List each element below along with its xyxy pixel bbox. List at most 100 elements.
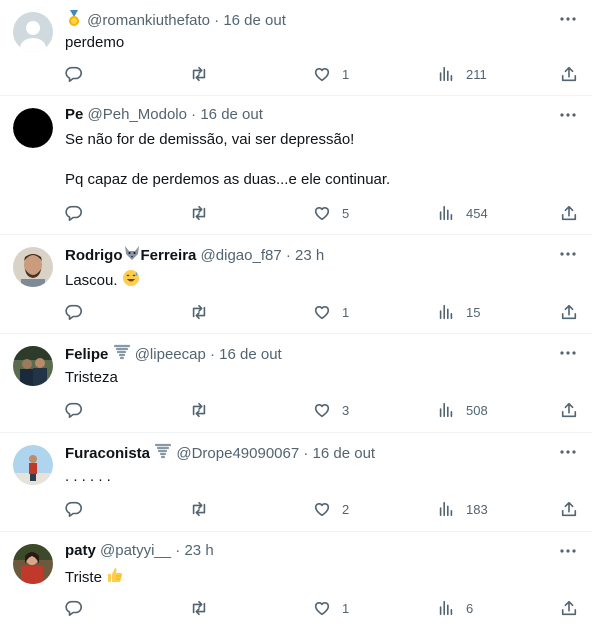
display-name[interactable]: Felipe (65, 346, 108, 363)
views-button[interactable]: 508 (437, 400, 488, 420)
views-icon (439, 304, 453, 320)
reply-icon (65, 600, 82, 617)
like-count: 1 (342, 66, 350, 82)
like-button[interactable]: 2 (313, 499, 349, 519)
tweet-actions: 5 454 (65, 203, 579, 223)
retweet-button[interactable] (190, 598, 208, 618)
wolf-icon (123, 244, 141, 268)
display-name-suffix[interactable]: Ferreira (141, 247, 197, 264)
tornado-icon (113, 343, 131, 367)
retweet-icon (192, 205, 206, 221)
share-button[interactable] (560, 203, 578, 223)
like-icon (314, 68, 330, 82)
tweet-time[interactable]: 16 de out (219, 346, 282, 363)
reply-button[interactable] (65, 598, 83, 618)
like-button[interactable]: 3 (313, 400, 349, 420)
share-button[interactable] (560, 64, 578, 84)
views-count: 6 (466, 600, 474, 616)
share-button[interactable] (560, 598, 578, 618)
more-icon[interactable] (558, 443, 578, 461)
tweet-actions: 3 508 (65, 400, 579, 420)
views-button[interactable]: 6 (437, 598, 473, 618)
views-count: 211 (466, 66, 487, 82)
views-button[interactable]: 183 (437, 499, 488, 519)
reply-feed: @romankiuthefato · 16 de out perdemo 1 2… (0, 0, 592, 627)
tornado-icon (154, 442, 172, 466)
avatar[interactable] (13, 445, 53, 485)
tweet-text: . . . . . . (65, 468, 111, 485)
tweet-time[interactable]: 16 de out (223, 12, 286, 29)
user-handle[interactable]: @romankiuthefato (87, 12, 210, 29)
tweet[interactable]: paty @patyyi__ · 23 h Triste 1 6 (0, 532, 592, 627)
tweet[interactable]: Pe @Peh_Modolo · 16 de out Se não for de… (0, 96, 592, 235)
thumbs-up-icon (106, 566, 124, 590)
share-icon (561, 501, 577, 517)
tweet-time[interactable]: 23 h (184, 542, 213, 559)
retweet-button[interactable] (190, 64, 208, 84)
display-name[interactable]: Pe (65, 106, 83, 123)
views-button[interactable]: 211 (437, 64, 487, 84)
tweet-header: Furaconista @Drope49090067 · 16 de out (65, 442, 375, 466)
tweet[interactable]: Furaconista @Drope49090067 · 16 de out .… (0, 433, 592, 532)
share-icon (561, 600, 577, 616)
retweet-button[interactable] (190, 203, 208, 223)
like-count: 1 (342, 304, 350, 320)
like-icon (314, 503, 330, 517)
tweet-header: Felipe @lipeecap · 16 de out (65, 343, 282, 367)
like-count: 1 (342, 600, 350, 616)
avatar[interactable] (13, 247, 53, 287)
more-icon[interactable] (558, 10, 578, 28)
reply-icon (65, 304, 82, 321)
share-button[interactable] (560, 499, 578, 519)
share-icon (561, 205, 577, 221)
reply-button[interactable] (65, 64, 83, 84)
reply-button[interactable] (65, 499, 83, 519)
avatar[interactable] (13, 346, 53, 386)
views-button[interactable]: 15 (437, 302, 480, 322)
tweet-time[interactable]: 16 de out (200, 106, 263, 123)
share-icon (561, 402, 577, 418)
reply-button[interactable] (65, 203, 83, 223)
like-button[interactable]: 1 (313, 302, 349, 322)
separator-dot: · (209, 346, 215, 363)
avatar[interactable] (13, 108, 53, 148)
like-icon (314, 602, 330, 616)
user-handle[interactable]: @lipeecap (135, 346, 206, 363)
tweet-time[interactable]: 23 h (295, 247, 324, 264)
more-icon[interactable] (558, 245, 578, 263)
like-button[interactable]: 5 (313, 203, 349, 223)
more-icon[interactable] (558, 344, 578, 362)
share-button[interactable] (560, 400, 578, 420)
display-name[interactable]: Furaconista (65, 445, 150, 462)
tweet[interactable]: Rodrigo Ferreira @digao_f87 · 23 h Lascou… (0, 235, 592, 334)
more-icon[interactable] (558, 542, 578, 560)
user-handle[interactable]: @Drope49090067 (176, 445, 299, 462)
share-button[interactable] (560, 302, 578, 322)
display-name[interactable]: paty (65, 542, 96, 559)
like-button[interactable]: 1 (313, 64, 349, 84)
reply-button[interactable] (65, 302, 83, 322)
tweet[interactable]: @romankiuthefato · 16 de out perdemo 1 2… (0, 0, 592, 96)
separator-dot: · (175, 542, 181, 559)
views-button[interactable]: 454 (437, 203, 488, 223)
like-count: 5 (342, 205, 350, 221)
avatar[interactable] (13, 544, 53, 584)
tweet-text-row: Triste (65, 566, 565, 590)
retweet-button[interactable] (190, 400, 208, 420)
user-handle[interactable]: @digao_f87 (201, 247, 282, 264)
views-count: 183 (466, 501, 488, 517)
reply-button[interactable] (65, 400, 83, 420)
like-button[interactable]: 1 (313, 598, 349, 618)
separator-dot: · (191, 106, 197, 123)
tweet[interactable]: Felipe @lipeecap · 16 de out Tristeza 3 … (0, 334, 592, 433)
retweet-button[interactable] (190, 499, 208, 519)
more-icon[interactable] (558, 106, 578, 124)
user-handle[interactable]: @Peh_Modolo (88, 106, 187, 123)
display-name[interactable]: Rodrigo (65, 247, 123, 264)
user-handle[interactable]: @patyyi__ (100, 542, 171, 559)
retweet-icon (192, 304, 206, 320)
tweet-time[interactable]: 16 de out (313, 445, 376, 462)
avatar[interactable] (13, 12, 53, 52)
tweet-header: Rodrigo Ferreira @digao_f87 · 23 h (65, 244, 324, 268)
retweet-button[interactable] (190, 302, 208, 322)
